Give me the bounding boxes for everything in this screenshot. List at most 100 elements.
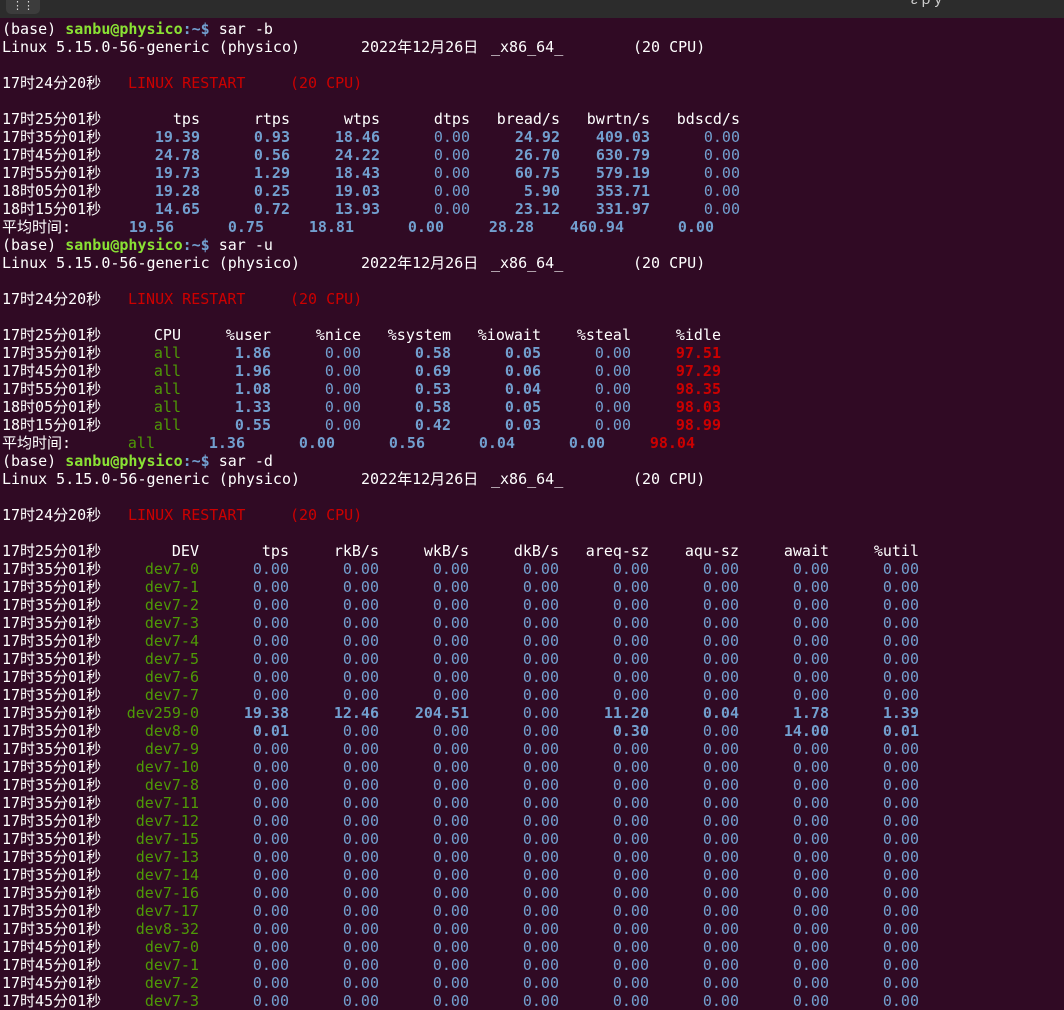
row-time: 17时35分01秒 bbox=[2, 902, 102, 920]
row-value: 0.00 bbox=[252, 614, 289, 632]
row-value: 0.00 bbox=[882, 848, 919, 866]
architecture: _x86_64_ bbox=[491, 470, 564, 488]
column-header: %system bbox=[387, 326, 451, 344]
row-time: 17时35分01秒 bbox=[2, 830, 102, 848]
row-value: 0.00 bbox=[324, 416, 361, 434]
row-value: 331.97 bbox=[595, 200, 650, 218]
row-value: 0.00 bbox=[612, 848, 649, 866]
row-value: 0.00 bbox=[522, 884, 559, 902]
row-value: 0.93 bbox=[253, 128, 290, 146]
row-value: 0.00 bbox=[342, 848, 379, 866]
row-value: 630.79 bbox=[595, 146, 650, 164]
sysinfo-line: Linux 5.15.0-56-generic (physico) 2022年12… bbox=[2, 254, 1062, 272]
row-value: 1.96 bbox=[234, 362, 271, 380]
average-value: 0.00 bbox=[407, 218, 444, 236]
row-value: 1.08 bbox=[234, 380, 271, 398]
row-value: 0.00 bbox=[702, 632, 739, 650]
row-value: 0.00 bbox=[252, 884, 289, 902]
restart-time: 17时24分20秒 bbox=[2, 74, 102, 92]
row-value: 0.00 bbox=[252, 740, 289, 758]
row-value: dev7-15 bbox=[135, 830, 199, 848]
row-value: 0.00 bbox=[612, 686, 649, 704]
data-row: 17时35分01秒 dev7-16 0.00 0.00 0.00 0.00 0.00 0.00… bbox=[2, 884, 1062, 902]
data-row: 17时35分01秒 dev7-8 0.00 0.00 0.00 0.00 0.00 0.00 0… bbox=[2, 776, 1062, 794]
row-value: 0.00 bbox=[342, 578, 379, 596]
row-value: 204.51 bbox=[414, 704, 469, 722]
row-value: 0.00 bbox=[522, 776, 559, 794]
average-label: 平均时间: bbox=[2, 218, 72, 236]
terminal-menu-button[interactable]: ⋮⋮ bbox=[6, 0, 40, 14]
row-value: 0.00 bbox=[702, 596, 739, 614]
column-header: areq-sz bbox=[585, 542, 649, 560]
row-value: 0.00 bbox=[702, 848, 739, 866]
row-value: 0.00 bbox=[432, 956, 469, 974]
row-value: 0.00 bbox=[612, 884, 649, 902]
row-value: 0.00 bbox=[792, 902, 829, 920]
row-value: 0.00 bbox=[702, 722, 739, 740]
row-value: 0.00 bbox=[612, 632, 649, 650]
data-row: 17时55分01秒 19.73 1.29 18.43 0.00 60.75 579.19 0.… bbox=[2, 164, 1062, 182]
row-value: 0.00 bbox=[432, 668, 469, 686]
row-value: dev7-2 bbox=[144, 596, 199, 614]
row-value: 98.99 bbox=[675, 416, 721, 434]
row-value: 0.00 bbox=[594, 416, 631, 434]
row-value: 0.00 bbox=[432, 794, 469, 812]
row-value: 0.00 bbox=[792, 560, 829, 578]
prompt-env: (base) bbox=[2, 236, 57, 254]
row-time: 18时05分01秒 bbox=[2, 182, 102, 200]
row-time: 17时55分01秒 bbox=[2, 380, 102, 398]
column-header: aqu-sz bbox=[684, 542, 739, 560]
row-value: 0.00 bbox=[594, 362, 631, 380]
average-value: all bbox=[127, 434, 155, 452]
row-value: dev7-12 bbox=[135, 812, 199, 830]
data-row: 17时35分01秒 dev7-12 0.00 0.00 0.00 0.00 0.00 0.00… bbox=[2, 812, 1062, 830]
row-value: 0.00 bbox=[342, 866, 379, 884]
row-value: 18.46 bbox=[334, 128, 380, 146]
command-text: sar -d bbox=[218, 452, 273, 470]
prompt-path: :~$ bbox=[182, 452, 210, 470]
data-row: 17时45分01秒 dev7-1 0.00 0.00 0.00 0.00 0.00 0.00 0… bbox=[2, 956, 1062, 974]
row-value: dev7-8 bbox=[144, 776, 199, 794]
row-value: all bbox=[153, 362, 181, 380]
row-value: 0.00 bbox=[792, 884, 829, 902]
kernel-info: Linux 5.15.0-56-generic (physico) bbox=[2, 254, 301, 272]
row-value: dev7-13 bbox=[135, 848, 199, 866]
row-value: 0.00 bbox=[612, 614, 649, 632]
row-value: 0.00 bbox=[342, 740, 379, 758]
row-value: 0.00 bbox=[882, 596, 919, 614]
row-value: 0.00 bbox=[252, 776, 289, 794]
row-value: 19.38 bbox=[243, 704, 289, 722]
data-row: 17时35分01秒 dev7-9 0.00 0.00 0.00 0.00 0.00 0.00 0… bbox=[2, 740, 1062, 758]
row-value: all bbox=[153, 344, 181, 362]
row-time: 17时35分01秒 bbox=[2, 344, 102, 362]
row-value: 0.00 bbox=[792, 596, 829, 614]
row-value: 0.00 bbox=[342, 938, 379, 956]
row-value: 0.00 bbox=[522, 650, 559, 668]
row-value: 0.00 bbox=[252, 848, 289, 866]
row-value: 0.03 bbox=[504, 416, 541, 434]
data-row: 18时05分01秒 all 1.33 0.00 0.58 0.05 0.00 98.03 bbox=[2, 398, 1062, 416]
row-value: 0.00 bbox=[702, 920, 739, 938]
row-value: 0.00 bbox=[252, 974, 289, 992]
row-time: 17时45分01秒 bbox=[2, 974, 102, 992]
row-time: 18时05分01秒 bbox=[2, 398, 102, 416]
row-value: 0.00 bbox=[882, 884, 919, 902]
header-time: 17时25分01秒 bbox=[2, 110, 102, 128]
average-label: 平均时间: bbox=[2, 434, 72, 452]
row-time: 17时45分01秒 bbox=[2, 992, 102, 1010]
row-value: 0.00 bbox=[882, 578, 919, 596]
row-value: 19.73 bbox=[154, 164, 200, 182]
row-value: 0.00 bbox=[252, 578, 289, 596]
terminal-output[interactable]: (base) sanbu@physico:~$ sar -b Linux 5.15… bbox=[2, 20, 1062, 1010]
row-time: 17时35分01秒 bbox=[2, 596, 102, 614]
report-date: 2022年12月26日 bbox=[361, 254, 479, 272]
row-value: 0.00 bbox=[432, 974, 469, 992]
row-value: all bbox=[153, 416, 181, 434]
row-value: dev7-4 bbox=[144, 632, 199, 650]
row-value: 0.00 bbox=[612, 740, 649, 758]
row-time: 17时35分01秒 bbox=[2, 794, 102, 812]
row-value: 0.00 bbox=[432, 830, 469, 848]
row-time: 17时45分01秒 bbox=[2, 938, 102, 956]
sysinfo-line: Linux 5.15.0-56-generic (physico) 2022年12… bbox=[2, 38, 1062, 56]
